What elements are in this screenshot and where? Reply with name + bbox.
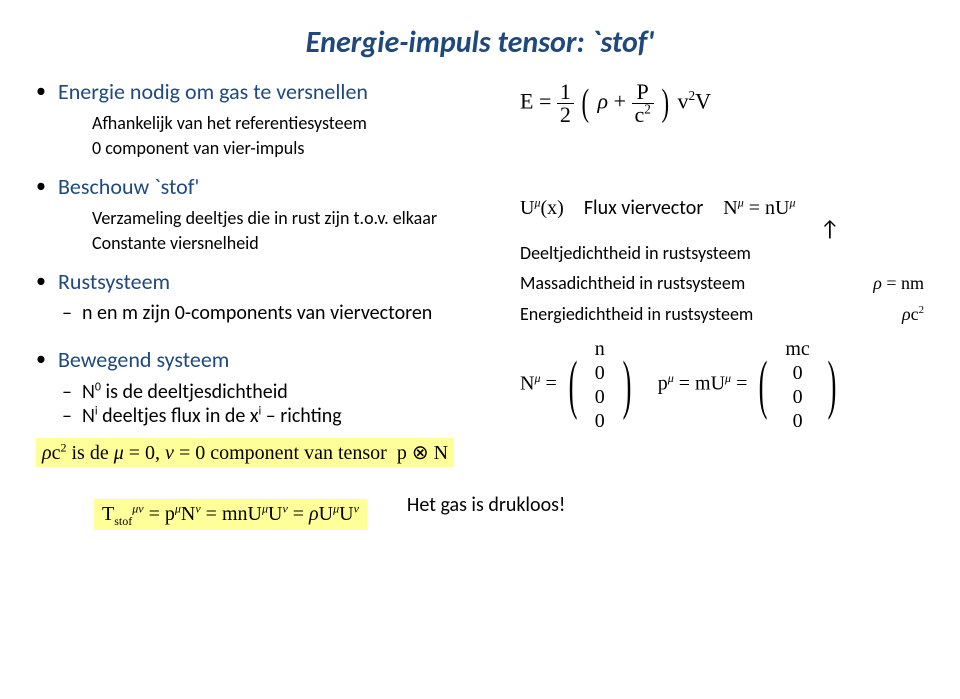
bullet-1: Energie nodig om gas te versnellen: [58, 79, 368, 105]
bullet-3-dash-1: n en m zijn 0-components van viervectore…: [36, 301, 516, 325]
bullet-2-sub-1: Verzameling deeltjes die in rust zijn t.…: [92, 206, 516, 230]
bullet-2-sub-2: Constante viersnelheid: [92, 231, 516, 255]
matrices: Nμ = ( n 0 0 0 ) pμ = mUμ = ( mc 0 0: [520, 337, 924, 433]
bullet-4: Bewegend systeem: [58, 347, 229, 373]
right-column: E = 12 ( ρ + Pc2 ) v2V Uμ(x) Flux vierve…: [516, 75, 924, 467]
left-column: • Energie nodig om gas te versnellen Afh…: [36, 75, 516, 467]
bullet-4-dash-1: N0 is de deeltjesdichtheid: [36, 380, 516, 404]
bullet-4-dash-2: Ni deeltjes flux in de xi – richting: [36, 404, 516, 428]
gas-drukloos: Het gas is drukloos!: [407, 493, 566, 517]
bullet-1-sub-1: Afhankelijk van het referentiesysteem: [92, 111, 516, 135]
up-arrow-icon: ↑: [820, 220, 924, 238]
yellow-tensor-component: ρc2 is de μ = 0, ν = 0 component van ten…: [36, 438, 454, 467]
bullet-1-sub-2: 0 component van vier-impuls: [92, 136, 516, 160]
bullet-2: Beschouw `stof': [58, 174, 199, 200]
page-title: Energie-impuls tensor: `stof': [36, 24, 924, 61]
yellow-T-equation: Tstofμν = pμNν = mnUμUν = ρUμUν: [94, 499, 367, 530]
density-line-1: Deeltjedichtheid in rustsysteem: [520, 238, 924, 269]
flux-line: Uμ(x) Flux viervector Nμ = nUμ: [520, 196, 924, 220]
bullet-3: Rustsysteem: [58, 269, 170, 295]
bullet-dot: •: [36, 347, 46, 373]
energy-equation: E = 12 ( ρ + Pc2 ) v2V: [520, 81, 924, 126]
density-line-2: Massadichtheid in rustsysteem ρ = nm: [520, 268, 924, 299]
bullet-dot: •: [36, 269, 46, 295]
density-line-3: Energiedichtheid in rustsysteem ρc2: [520, 299, 924, 330]
bullet-dot: •: [36, 79, 46, 105]
bullet-dot: •: [36, 174, 46, 200]
